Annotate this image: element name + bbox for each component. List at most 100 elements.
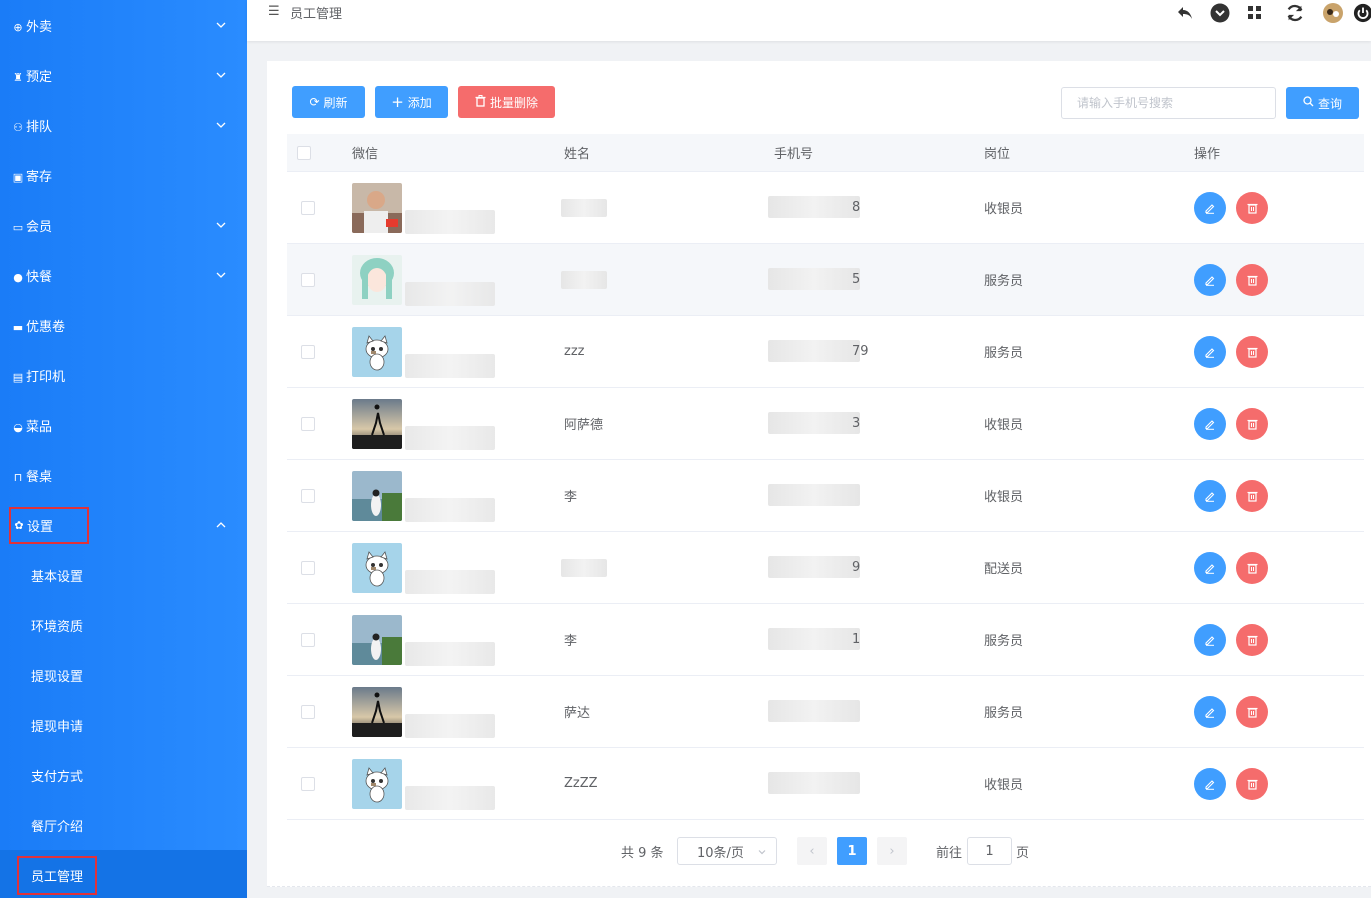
wechat-avatar (352, 614, 402, 665)
blurred-nickname (405, 498, 495, 522)
back-icon[interactable] (1175, 3, 1195, 23)
query-button[interactable]: 查询 (1286, 87, 1359, 119)
page-number-current[interactable]: 1 (837, 837, 867, 865)
sidebar-item-5[interactable]: ● 快餐 (0, 250, 247, 300)
submenu-item-1[interactable]: 环境资质 (0, 600, 247, 650)
row-checkbox[interactable] (301, 488, 315, 503)
edit-button[interactable] (1194, 263, 1226, 296)
delete-button[interactable] (1236, 263, 1268, 296)
table-header: 微信 姓名 手机号 岗位 操作 (287, 134, 1364, 172)
grid-icon[interactable] (1245, 3, 1265, 23)
role-cell: 服务员 (984, 604, 1023, 675)
phone-search-input[interactable] (1061, 87, 1276, 119)
hamburger-icon[interactable]: ☰ (268, 4, 280, 19)
delete-button[interactable] (1236, 623, 1268, 656)
sidebar-item-8[interactable]: ◒ 菜品 (0, 400, 247, 450)
row-checkbox[interactable] (301, 560, 315, 575)
next-page-button[interactable]: › (877, 837, 907, 865)
staff-role: 收银员 (984, 778, 1024, 793)
chevron-up-icon (215, 519, 227, 531)
name-cell: 阿萨德 (564, 388, 603, 459)
blurred-nickname (405, 426, 495, 450)
briefcase-icon: ▣ (12, 170, 24, 184)
edit-button[interactable] (1194, 767, 1226, 800)
row-checkbox[interactable] (301, 632, 315, 647)
edit-button[interactable] (1194, 695, 1226, 728)
trash-icon (1247, 707, 1257, 718)
submenu-item-3[interactable]: 提现申请 (0, 700, 247, 750)
row-checkbox-cell (301, 316, 315, 387)
row-checkbox[interactable] (301, 704, 315, 719)
batch-delete-button[interactable]: 批量删除 (458, 86, 555, 118)
submenu-item-label: 员工管理 (17, 855, 98, 895)
name-cell: 萨达 (564, 676, 590, 747)
role-cell: 服务员 (984, 316, 1023, 387)
delete-button[interactable] (1236, 191, 1268, 224)
edit-button[interactable] (1194, 551, 1226, 584)
sidebar-item-3[interactable]: ▣ 寄存 (0, 150, 247, 200)
edit-button[interactable] (1194, 407, 1226, 440)
blurred-phone (768, 196, 860, 218)
submenu-item-2[interactable]: 提现设置 (0, 650, 247, 700)
edit-button[interactable] (1194, 479, 1226, 512)
row-checkbox-cell (301, 532, 315, 603)
wechat-avatar (352, 398, 402, 449)
blurred-nickname (405, 354, 495, 378)
delete-button[interactable] (1236, 335, 1268, 368)
role-cell: 收银员 (984, 748, 1023, 819)
prev-page-button[interactable]: ‹ (797, 837, 827, 865)
sidebar-item-content: ▤ 打印机 (11, 366, 65, 385)
dropdown-circle-icon[interactable] (1210, 3, 1230, 23)
submenu-item-5[interactable]: 餐厅介绍 (0, 800, 247, 850)
refresh-button[interactable]: ⟳ 刷新 (292, 86, 365, 118)
sidebar-item-7[interactable]: ▤ 打印机 (0, 350, 247, 400)
wechat-cell (352, 604, 402, 675)
phone-tail-cell: 3 (852, 388, 860, 459)
trash-icon (1247, 419, 1257, 430)
staff-name: 萨达 (564, 706, 591, 721)
edit-button[interactable] (1194, 335, 1226, 368)
actions-cell (1194, 460, 1268, 531)
delete-button[interactable] (1236, 551, 1268, 584)
sidebar-item-0[interactable]: ⊕ 外卖 (0, 0, 247, 50)
role-cell: 收银员 (984, 388, 1023, 459)
header-phone: 手机号 (774, 147, 814, 162)
row-checkbox[interactable] (301, 344, 315, 359)
row-checkbox[interactable] (301, 776, 315, 791)
trash-icon (1247, 491, 1257, 502)
row-checkbox[interactable] (301, 200, 315, 215)
delete-button[interactable] (1236, 695, 1268, 728)
row-checkbox[interactable] (301, 272, 315, 287)
add-button[interactable]: + 添加 (375, 86, 448, 118)
submenu-item-4[interactable]: 支付方式 (0, 750, 247, 800)
sidebar-item-6[interactable]: ▬ 优惠卷 (0, 300, 247, 350)
sidebar-item-2[interactable]: ⚇ 排队 (0, 100, 247, 150)
edit-button[interactable] (1194, 623, 1226, 656)
goto-page-input[interactable]: 1 (967, 837, 1012, 865)
row-checkbox-cell (301, 172, 315, 243)
staff-role: 服务员 (984, 346, 1024, 361)
edit-button[interactable] (1194, 191, 1226, 224)
sidebar-item-10[interactable]: ✿ 设置 (0, 500, 247, 550)
page-size-select[interactable]: 10条/页 (677, 837, 777, 865)
user-avatar[interactable] (1323, 3, 1343, 23)
submenu-item-label: 提现设置 (31, 669, 84, 685)
wechat-cell (352, 244, 402, 315)
delete-button[interactable] (1236, 407, 1268, 440)
trash-icon (1247, 563, 1257, 574)
sidebar-item-4[interactable]: ▭ 会员 (0, 200, 247, 250)
delete-button[interactable] (1236, 767, 1268, 800)
sidebar-item-9[interactable]: ⊓ 餐桌 (0, 450, 247, 500)
delete-button[interactable] (1236, 479, 1268, 512)
sidebar-item-1[interactable]: ♜ 预定 (0, 50, 247, 100)
submenu-item-6[interactable]: 员工管理 (0, 850, 247, 898)
actions-cell (1194, 676, 1268, 747)
row-checkbox[interactable] (301, 416, 315, 431)
submenu-item-0[interactable]: 基本设置 (0, 550, 247, 600)
refresh-icon[interactable] (1285, 3, 1305, 23)
sidebar-item-label: 优惠卷 (26, 319, 66, 335)
power-icon[interactable] (1353, 3, 1371, 23)
select-all-checkbox[interactable] (297, 146, 311, 160)
blurred-name (561, 559, 607, 577)
chevron-down-icon (215, 119, 227, 131)
